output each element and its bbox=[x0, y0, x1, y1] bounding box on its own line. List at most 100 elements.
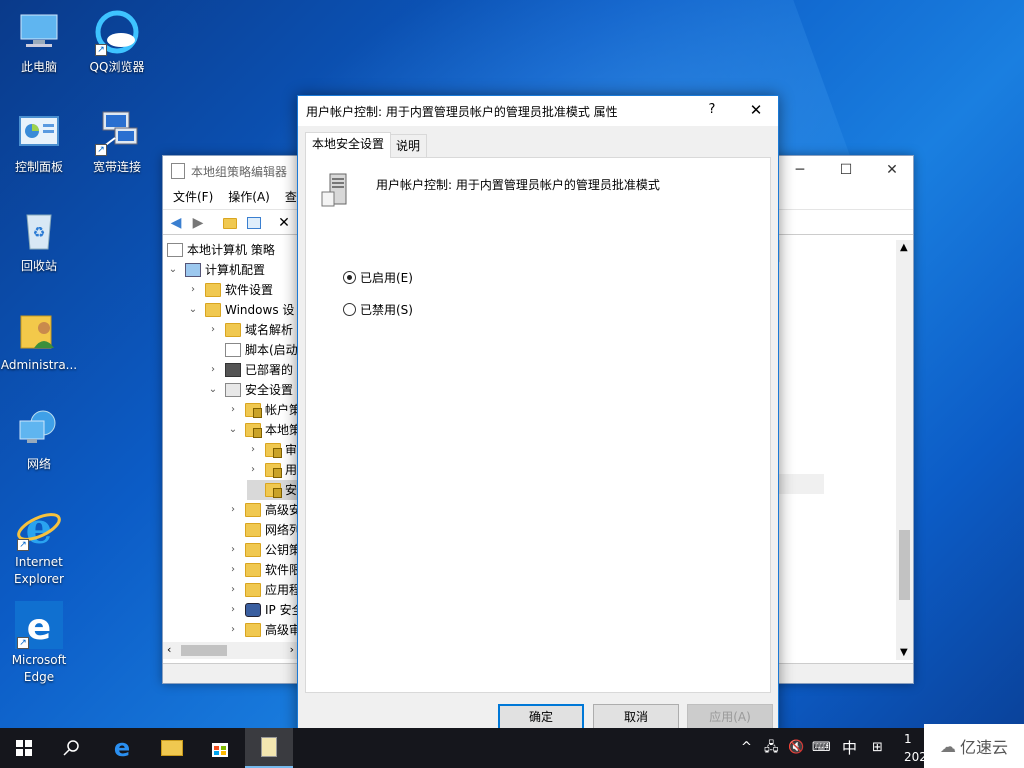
chevron-down-icon[interactable]: ⌄ bbox=[187, 300, 199, 320]
tree-item-label: 高级安 bbox=[265, 503, 298, 517]
watermark-text: 亿速云 bbox=[959, 738, 1008, 757]
radio-selected-indicator[interactable] bbox=[343, 271, 356, 284]
search-button[interactable] bbox=[48, 728, 96, 768]
keyboard-icon[interactable]: ⌨ bbox=[812, 728, 831, 768]
menu-file[interactable]: 文件(F) bbox=[168, 186, 218, 208]
chevron-right-icon[interactable]: › bbox=[227, 560, 239, 580]
policy-document-icon bbox=[167, 243, 183, 257]
tree-item[interactable]: › 高级安 bbox=[227, 500, 298, 520]
start-button[interactable] bbox=[0, 728, 48, 768]
desktop-icon-network[interactable]: 网络 bbox=[0, 405, 78, 473]
tree-item[interactable]: › IP 安全 bbox=[227, 600, 298, 620]
tree-item[interactable]: ⌄ 安全设置 bbox=[207, 380, 293, 400]
chevron-right-icon[interactable]: › bbox=[247, 440, 259, 460]
back-arrow-icon[interactable]: ◀ bbox=[167, 214, 185, 232]
chevron-down-icon[interactable]: ⌄ bbox=[227, 420, 239, 440]
taskbar-gpedit[interactable] bbox=[245, 728, 293, 768]
chevron-right-icon[interactable]: › bbox=[207, 360, 219, 380]
desktop-icon-control-panel[interactable]: 控制面板 bbox=[0, 108, 78, 176]
scrollbar-thumb[interactable] bbox=[899, 530, 910, 600]
locked-folder-icon bbox=[265, 443, 282, 458]
desktop-icon-broadband[interactable]: ↗ 宽带连接 bbox=[78, 108, 156, 176]
tree-item[interactable]: › 用 bbox=[247, 460, 297, 480]
tree-item[interactable]: 本地计算机 策略 bbox=[167, 240, 275, 260]
tab-local-security-setting[interactable]: 本地安全设置 bbox=[305, 132, 392, 158]
locked-folder-icon bbox=[245, 403, 262, 418]
chevron-right-icon[interactable]: › bbox=[227, 600, 239, 620]
delete-icon[interactable]: ✕ bbox=[275, 214, 293, 232]
folder-icon bbox=[245, 523, 261, 537]
shortcut-arrow-icon: ↗ bbox=[17, 539, 29, 551]
script-icon bbox=[225, 343, 241, 357]
list-vertical-scrollbar[interactable]: ▲ ▼ bbox=[896, 240, 913, 660]
desktop-icon-this-pc[interactable]: 此电脑 bbox=[0, 8, 78, 76]
desktop-icon-internet-explorer[interactable]: e ↗ Internet Explorer bbox=[0, 503, 78, 588]
scroll-left-icon[interactable]: ‹ bbox=[167, 643, 171, 656]
close-button[interactable]: ✕ bbox=[869, 156, 915, 186]
apply-button[interactable]: 应用(A) bbox=[687, 704, 773, 730]
menu-action[interactable]: 操作(A) bbox=[223, 186, 275, 208]
tree-item[interactable]: › 审 bbox=[247, 440, 297, 460]
qq-browser-icon: ↗ bbox=[93, 8, 141, 56]
tree-item[interactable]: › 软件设置 bbox=[187, 280, 273, 300]
tree-item-label: 用 bbox=[285, 463, 298, 477]
tree-item[interactable]: › 域名解析 bbox=[207, 320, 293, 340]
tree-item[interactable]: › 应用程 bbox=[227, 580, 298, 600]
svg-text:♻: ♻ bbox=[33, 225, 46, 241]
tree-item[interactable]: › 已部署的 bbox=[207, 360, 293, 380]
tree-item[interactable]: › 帐户策 bbox=[227, 400, 298, 420]
help-button[interactable]: ? bbox=[690, 96, 734, 126]
tree-item[interactable]: › 软件限 bbox=[227, 560, 298, 580]
network-tray-icon[interactable]: 🖧 bbox=[764, 728, 779, 768]
taskbar-store[interactable] bbox=[196, 728, 244, 768]
volume-muted-icon[interactable]: 🔇 bbox=[788, 728, 804, 768]
ime-indicator[interactable]: 中 bbox=[842, 728, 857, 768]
chevron-down-icon[interactable]: ⌄ bbox=[167, 260, 179, 280]
chevron-right-icon[interactable]: › bbox=[227, 400, 239, 420]
scroll-right-icon[interactable]: › bbox=[290, 643, 294, 656]
chevron-down-icon[interactable]: ⌄ bbox=[207, 380, 219, 400]
desktop-icon-qq-browser[interactable]: ↗ QQ浏览器 bbox=[78, 8, 156, 76]
chevron-right-icon[interactable]: › bbox=[227, 540, 239, 560]
tree-item[interactable]: 网络列 bbox=[227, 520, 298, 540]
forward-arrow-icon[interactable]: ▶ bbox=[189, 214, 207, 232]
show-hide-tree-icon[interactable] bbox=[245, 214, 263, 232]
desktop-icon-label: Internet Explorer bbox=[14, 555, 64, 586]
desktop-icon-recycle-bin[interactable]: ♻ 回收站 bbox=[0, 207, 78, 275]
ok-button[interactable]: 确定 bbox=[498, 704, 584, 730]
tree-item[interactable]: 脚本(启动 bbox=[207, 340, 298, 360]
tab-explain[interactable]: 说明 bbox=[389, 134, 428, 158]
cancel-button[interactable]: 取消 bbox=[593, 704, 679, 730]
radio-indicator[interactable] bbox=[343, 303, 356, 316]
close-button[interactable]: ✕ bbox=[734, 96, 778, 126]
maximize-button[interactable]: ☐ bbox=[823, 156, 869, 186]
tree-item[interactable]: › 公钥策 bbox=[227, 540, 298, 560]
chevron-right-icon[interactable]: › bbox=[227, 620, 239, 638]
chevron-right-icon[interactable]: › bbox=[227, 500, 239, 520]
tree-horizontal-scrollbar[interactable]: ‹ › bbox=[163, 642, 298, 659]
taskbar-file-explorer[interactable] bbox=[148, 728, 196, 768]
tree-item[interactable]: ⌄ 本地策 bbox=[227, 420, 298, 440]
scroll-up-icon[interactable]: ▲ bbox=[900, 242, 908, 253]
desktop-icon-microsoft-edge[interactable]: e ↗ Microsoft Edge bbox=[0, 601, 78, 686]
ime-mode-icon[interactable]: ⊞ bbox=[872, 728, 883, 768]
desktop-icon-administrator[interactable]: Administra... bbox=[0, 306, 78, 374]
show-hidden-icons-button[interactable]: ^ bbox=[741, 728, 752, 768]
tree-item[interactable]: ⌄ Windows 设 bbox=[187, 300, 294, 320]
chevron-right-icon[interactable]: › bbox=[207, 320, 219, 340]
tree-item-selected[interactable]: 安 bbox=[247, 480, 298, 500]
tree-item[interactable]: ⌄ 计算机配置 bbox=[167, 260, 265, 280]
taskbar-edge[interactable]: e bbox=[98, 728, 146, 768]
up-folder-icon[interactable] bbox=[221, 214, 239, 232]
enabled-radio[interactable]: 已启用(E) bbox=[343, 269, 413, 286]
disabled-radio[interactable]: 已禁用(S) bbox=[343, 301, 413, 318]
tree-item[interactable]: › 高级审 bbox=[227, 620, 298, 638]
chevron-right-icon[interactable]: › bbox=[247, 460, 259, 480]
watermark-logo-icon: ☁ bbox=[939, 736, 956, 756]
locked-folder-icon bbox=[265, 463, 282, 478]
scroll-down-icon[interactable]: ▼ bbox=[900, 647, 908, 658]
minimize-button[interactable]: ─ bbox=[777, 156, 823, 186]
scrollbar-thumb[interactable] bbox=[181, 645, 227, 656]
chevron-right-icon[interactable]: › bbox=[187, 280, 199, 300]
chevron-right-icon[interactable]: › bbox=[227, 580, 239, 600]
